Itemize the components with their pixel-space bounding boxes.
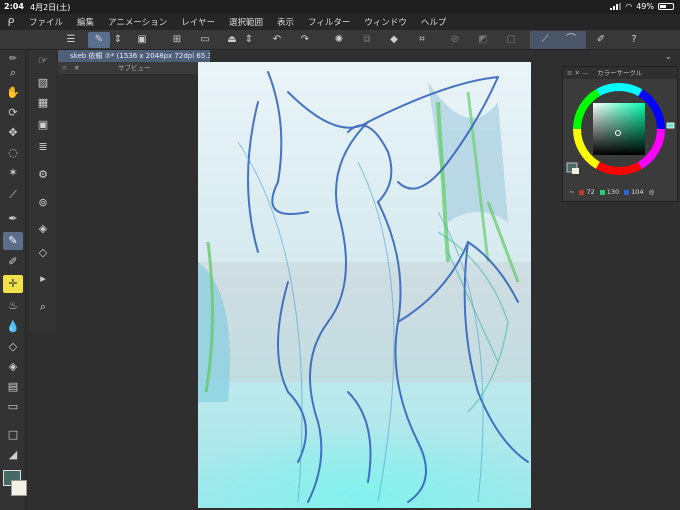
menu-file[interactable]: ファイル	[22, 16, 70, 28]
copy-icon[interactable]: ⧉	[358, 32, 376, 48]
redo-icon[interactable]: ↷	[296, 32, 314, 48]
brush-size-icon[interactable]: ⊚	[33, 194, 53, 212]
rgb-readout: ∼ 72 130 104 ◎	[569, 188, 654, 196]
menu-bar: ᑭ ファイル 編集 アニメーション レイヤー 選択範囲 表示 フィルター ウィン…	[0, 14, 680, 30]
deselect-icon[interactable]: ⊘	[446, 32, 464, 48]
stepper-icon[interactable]: ⇕	[113, 32, 123, 48]
crop-icon[interactable]: ⌗	[413, 32, 431, 48]
airbrush-icon[interactable]: ♨	[3, 297, 23, 315]
battery-icon	[658, 3, 674, 10]
timeline-icon[interactable]: ▸	[33, 270, 53, 288]
fill-bucket-icon[interactable]: ◈	[3, 358, 23, 376]
open-folder-icon[interactable]: ▭	[196, 32, 214, 48]
layer-property-icon[interactable]: ◇	[33, 244, 53, 262]
tool-property-icon[interactable]: ⚙	[33, 166, 53, 184]
blue-value: 104	[631, 188, 644, 196]
tool-palette: ✏ ⌕ ✋ ⟳ ✥ ◌ ✶ ⟋ ✒ ✎ ✐ ✛ ♨ 💧 ◇ ◈ ▤ ▭ □ ◢	[0, 50, 26, 510]
document-title: skeb 依頼 ⑦* (1536 x 2048px 72dpi 65.3%)	[70, 52, 210, 60]
save-menu-stepper-icon[interactable]: ⇕	[244, 32, 254, 48]
pen-tool-icon[interactable]: ✒	[3, 210, 23, 228]
search-icon[interactable]: ⌕	[33, 298, 53, 316]
red-value: 72	[586, 188, 595, 196]
magic-wand-icon[interactable]: ✶	[3, 164, 23, 182]
fill-icon[interactable]: ◆	[385, 32, 403, 48]
status-bar: 2:04 4月2日(土) ◠ 49%	[0, 0, 680, 14]
blend-icon[interactable]: 💧	[3, 318, 23, 336]
gradient-icon[interactable]: ▤	[3, 378, 23, 396]
command-bar: ☰ ✎ ⇕ ▣ ⊞ ▭ ⏏ ⇕ ↶ ↷ ✺ ⧉ ◆ ⌗ ⊘ ◩ ▢ ⟋ ⌒ ✐ …	[0, 30, 680, 50]
ruler-icon[interactable]: ⟋	[536, 32, 554, 48]
lasso-icon[interactable]: ◌	[3, 144, 23, 162]
view-mode-icon[interactable]: ▣	[133, 32, 151, 48]
image-icon[interactable]: ▨	[33, 74, 53, 92]
menu-edit[interactable]: 編集	[70, 16, 101, 28]
sub-color-swatch[interactable]	[11, 480, 27, 496]
move-icon[interactable]: ✥	[3, 124, 23, 142]
pencil-icon[interactable]: ✎	[3, 232, 23, 250]
loading-icon[interactable]: ✺	[330, 32, 348, 48]
eyedropper-icon[interactable]: ⟋	[3, 186, 23, 204]
date: 4月2日(土)	[30, 3, 71, 12]
invert-selection-icon[interactable]: ◩	[474, 32, 492, 48]
color-circle-panel: ≡ ✕ — カラーサークル ∼ 72 130 104 ◎	[562, 66, 678, 202]
new-file-icon[interactable]: ⊞	[168, 32, 186, 48]
rotate-icon[interactable]: ⟳	[3, 104, 23, 122]
text-icon[interactable]: ◢	[3, 446, 23, 464]
eraser-icon[interactable]: ◇	[3, 338, 23, 356]
panel-icon-strip: ☞ ▨ ▦ ▣ ≣ ⚙ ⊚ ◈ ◇ ▸ ⌕	[30, 50, 56, 330]
close-icon[interactable]: ✕	[74, 62, 79, 74]
wave-icon[interactable]: ∼	[569, 188, 574, 196]
frame-icon[interactable]: □	[3, 426, 23, 444]
wifi-icon: ◠	[625, 2, 633, 11]
subview-panel-header: ≡ ✕ サブビュー	[58, 62, 198, 74]
menu-filter[interactable]: フィルター	[301, 16, 357, 28]
cellular-signal-icon	[610, 3, 622, 10]
save-icon[interactable]: ⏏	[223, 32, 241, 48]
pen-pressure-icon[interactable]: ✐	[592, 32, 610, 48]
menu-toggle-icon[interactable]: ☰	[62, 32, 80, 48]
dragon-sketch-artwork	[198, 62, 531, 508]
undo-icon[interactable]: ↶	[268, 32, 286, 48]
drawing-canvas[interactable]	[198, 62, 531, 508]
panel-menu-icon[interactable]: ≡ ✕ —	[567, 67, 589, 79]
info-icon[interactable]: ▣	[33, 116, 53, 134]
menu-layer[interactable]: レイヤー	[174, 16, 222, 28]
clock: 2:04	[4, 2, 24, 11]
subview-label: サブビュー	[118, 64, 151, 72]
document-tab[interactable]: skeb 依頼 ⑦* (1536 x 2048px 72dpi 65.3%)	[58, 50, 210, 62]
menu-window[interactable]: ウィンドウ	[357, 16, 414, 28]
app-logo-icon[interactable]: ᑭ	[0, 16, 22, 29]
brush-icon[interactable]: ✐	[3, 253, 23, 271]
sub-view-icon[interactable]: ▦	[33, 94, 53, 112]
help-icon[interactable]: ?	[625, 32, 643, 48]
zoom-icon[interactable]: ⌕	[3, 64, 23, 82]
menu-view[interactable]: 表示	[270, 16, 301, 28]
hand-icon[interactable]: ✋	[3, 84, 23, 102]
color-settings-icon[interactable]: ◎	[649, 188, 655, 196]
color-wheel[interactable]	[563, 79, 679, 175]
menu-selection[interactable]: 選択範囲	[222, 16, 270, 28]
figure-icon[interactable]: ▭	[3, 398, 23, 416]
selection-icon[interactable]: ▢	[502, 32, 520, 48]
edit-mode-icon[interactable]: ✎	[88, 32, 110, 48]
stabilizer-icon[interactable]: ⌒	[562, 32, 580, 48]
menu-animation[interactable]: アニメーション	[101, 16, 174, 28]
menu-help[interactable]: ヘルプ	[414, 16, 454, 28]
grip-icon[interactable]: ≡	[62, 62, 67, 74]
list-icon[interactable]: ≣	[33, 138, 53, 156]
panel-title: カラーサークル	[597, 69, 643, 77]
chevron-down-icon[interactable]: ⌄	[664, 52, 672, 62]
green-value: 130	[606, 188, 620, 196]
battery-percent: 49%	[636, 2, 654, 11]
panel-header: ≡ ✕ — カラーサークル	[563, 67, 677, 79]
navigator-icon[interactable]: ☞	[33, 52, 53, 70]
decoration-icon[interactable]: ✛	[3, 275, 23, 293]
layer-icon[interactable]: ◈	[33, 220, 53, 238]
